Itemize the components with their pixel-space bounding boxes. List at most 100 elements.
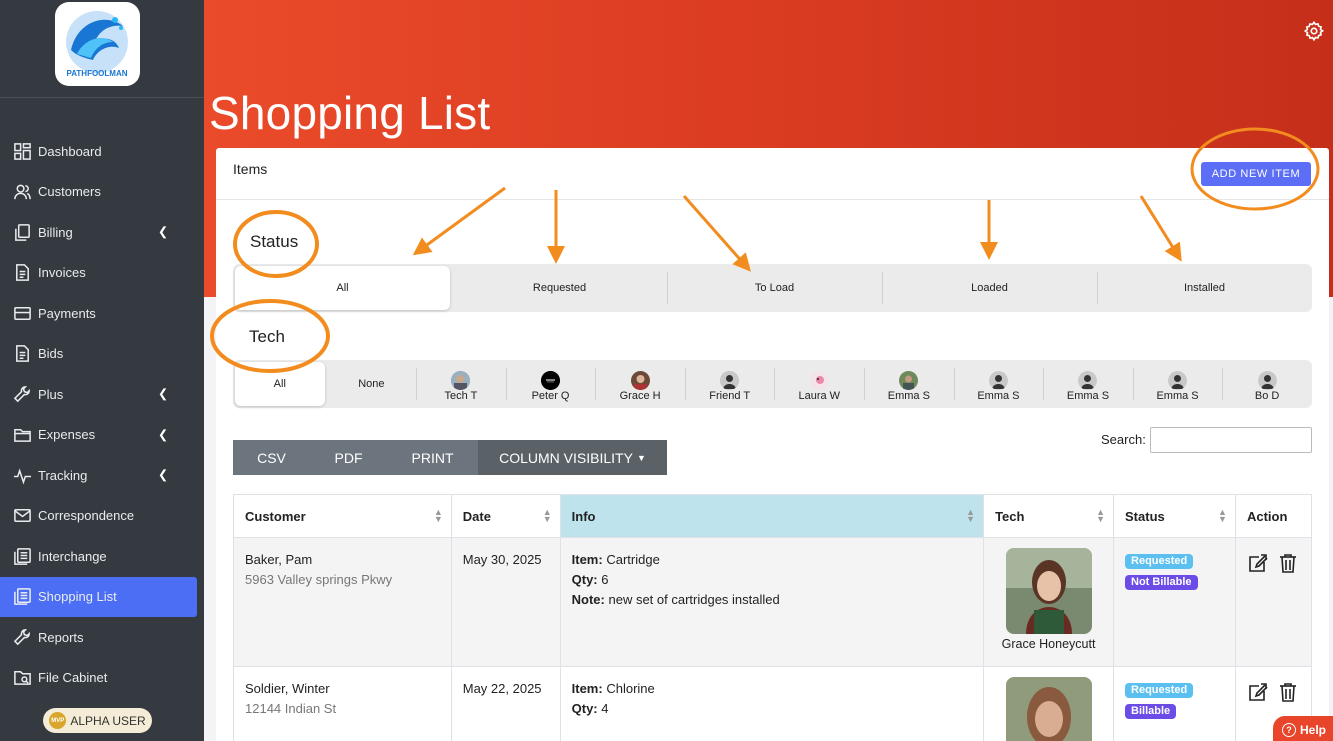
pdf-button[interactable]: PDF [310,440,387,475]
question-icon: ? [1281,723,1296,737]
tech-photo [1005,677,1092,741]
tech-option-emma-s[interactable]: Emma S [864,360,954,408]
tech-option-emma-s[interactable]: Emma S [1043,360,1133,408]
sidebar-item-customers[interactable]: Customers [0,172,204,213]
sidebar-item-dashboard[interactable]: Dashboard [0,131,204,172]
tech-option-laura-w[interactable]: Laura W [774,360,864,408]
table-row: Baker, Pam 5963 Valley springs Pkwy May … [233,537,1313,667]
tech-option-friend-t[interactable]: Friend T [684,360,775,408]
sidebar-item-plus[interactable]: Plus ❮ [0,374,204,415]
qty-line: Qty: 4 [572,699,972,719]
chevron-left-icon: ❮ [157,467,168,482]
note-line: Note: new set of cartridges installed [572,590,972,610]
tech-option-label: Emma S [977,390,1020,402]
customer-name[interactable]: Soldier, Winter [245,679,440,699]
default-avatar-icon [1257,371,1277,390]
csv-button[interactable]: CSV [233,440,310,475]
date-cell: May 30, 2025 [450,537,561,667]
sidebar-item-payments[interactable]: Payments [0,293,204,334]
add-new-item-button[interactable]: ADD NEW ITEM [1201,162,1311,186]
sidebar-item-label: Plus [38,386,64,402]
tech-option-emma-s[interactable]: Emma S [1132,360,1223,408]
sidebar-item-tracking[interactable]: Tracking ❮ [0,455,204,496]
sidebar-item-shopping-list[interactable]: Shopping List [0,576,197,617]
customer-address: 5963 Valley springs Pkwy [245,572,393,587]
logo-text: PATHFOOLMAN [66,69,127,78]
sidebar-item-file-cabinet[interactable]: File Cabinet [0,658,204,699]
list-icon [12,587,32,607]
item-value: Chlorine [606,681,655,696]
mail-icon [12,506,32,526]
alpha-user-badge: MVP ALPHA USER [43,708,152,733]
folder-icon [12,425,32,445]
column-visibility-label: COLUMN VISIBILITY [499,449,633,466]
tech-option-grace-h[interactable]: Grace H [595,360,685,408]
search-input[interactable] [1150,427,1312,453]
customer-cell: Soldier, Winter 12144 Indian St [233,666,452,741]
sidebar-item-invoices[interactable]: Invoices [0,253,204,294]
status-option-installed[interactable]: Installed [1097,264,1312,312]
column-header-action: Action [1234,494,1313,538]
help-button[interactable]: ? Help [1273,716,1333,741]
sort-icon: ▲ ▼ [966,507,976,524]
column-header-info[interactable]: Info ▲ ▼ [559,494,985,538]
tech-option-tech-t[interactable]: Tech T [416,360,506,408]
chevron-left-icon: ❮ [157,386,168,401]
sidebar-item-expenses[interactable]: Expenses ❮ [0,415,204,456]
sidebar-item-bids[interactable]: Bids [0,334,204,375]
status-cell: Requested Billable [1113,666,1236,741]
tech-option-label: Emma S [1066,390,1110,402]
wrench-icon [12,627,32,647]
chevron-left-icon: ❮ [157,427,168,442]
edit-icon[interactable] [1247,552,1269,574]
column-header-status[interactable]: Status ▲ ▼ [1113,494,1236,538]
avatar [451,371,471,390]
status-option-all[interactable]: All [235,266,450,310]
tech-option-none[interactable]: None [327,360,417,408]
envelope-icon [12,303,32,323]
column-header-date[interactable]: Date ▲ ▼ [450,494,561,538]
trash-icon[interactable] [1277,681,1299,703]
note-label: Note: [571,592,605,607]
tech-option-label: Grace H [619,390,661,402]
customer-name[interactable]: Baker, Pam [245,550,440,570]
sidebar-item-label: Expenses [38,427,96,443]
qty-value: 6 [601,572,609,587]
tech-cell: Grace Honeycutt [983,537,1115,667]
sidebar-item-interchange[interactable]: Interchange [0,536,204,577]
app-logo[interactable]: PATHFOOLMAN [55,2,140,86]
sidebar-item-billing[interactable]: Billing ❮ [0,212,204,253]
tech-option-label: Peter Q [531,390,570,402]
tech-option-peter-q[interactable]: Peter Q [505,360,596,408]
sidebar-divider [0,97,204,98]
edit-icon[interactable] [1247,681,1269,703]
sidebar-item-correspondence[interactable]: Correspondence [0,496,204,537]
column-header-label: Date [462,508,491,524]
info-cell: Item: Chlorine Qty: 4 [559,666,985,741]
column-header-customer[interactable]: Customer ▲ ▼ [233,494,452,538]
tech-option-bo-d[interactable]: Bo D [1222,360,1312,408]
status-option-loaded[interactable]: Loaded [882,264,1097,312]
note-value: new set of cartridges installed [608,592,780,607]
sort-icon: ▲ ▼ [433,507,443,524]
column-visibility-button[interactable]: COLUMN VISIBILITY ▼ [478,440,667,475]
sidebar-item-label: Invoices [38,265,86,281]
avatar [630,371,650,390]
tech-filter: All None Tech T Peter Q Grace H Friend T… [233,360,1312,408]
item-label: Item: [571,552,603,567]
column-header-tech[interactable]: Tech ▲ ▼ [983,494,1115,538]
default-avatar-icon [720,371,740,390]
status-option-requested[interactable]: Requested [452,264,667,312]
print-button[interactable]: PRINT [387,440,478,475]
wrench-icon [12,384,32,404]
sidebar-item-reports[interactable]: Reports [0,617,204,658]
search-label: Search: [1101,432,1146,447]
status-option-to-load[interactable]: To Load [667,264,882,312]
tech-option-all[interactable]: All [235,362,325,406]
gear-icon[interactable] [1303,20,1325,42]
tech-option-label: Laura W [798,390,841,402]
status-filter-label: Status [250,232,299,251]
tech-photo [1005,548,1092,634]
tech-option-emma-s[interactable]: Emma S [953,360,1044,408]
trash-icon[interactable] [1277,552,1299,574]
